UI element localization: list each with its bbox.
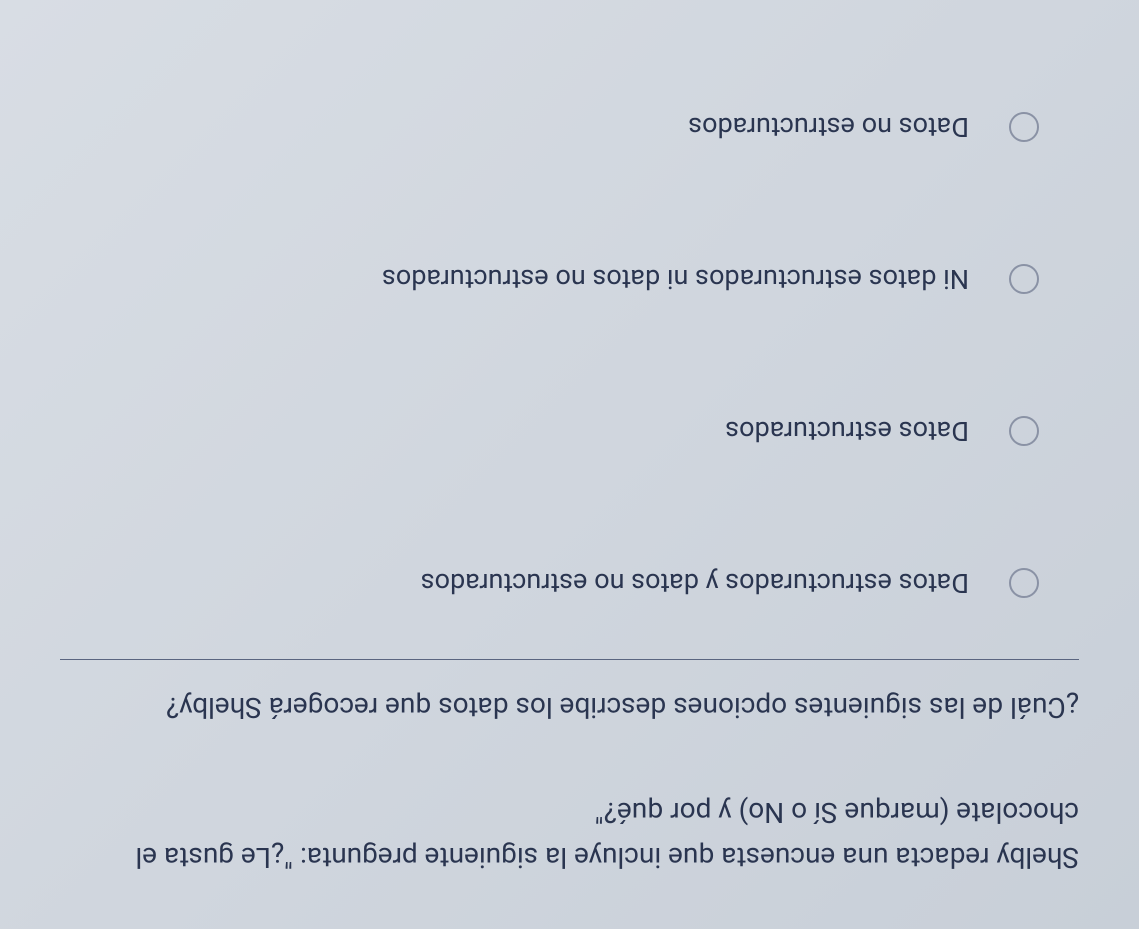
radio-icon[interactable]	[1009, 112, 1039, 142]
option-label: Datos no estructurados	[688, 111, 969, 143]
radio-icon[interactable]	[1009, 416, 1039, 446]
option-row[interactable]: Datos estructurados y datos no estructur…	[60, 567, 1039, 599]
option-label: Datos estructurados y datos no estructur…	[421, 567, 969, 599]
question-text: ¿Cuál de las siguientes opciones describ…	[60, 685, 1079, 730]
options-list: Datos estructurados y datos no estructur…	[60, 111, 1079, 599]
option-row[interactable]: Datos estructurados	[60, 415, 1039, 447]
option-label: Ni datos estructurados ni datos no estru…	[382, 263, 969, 295]
radio-icon[interactable]	[1009, 264, 1039, 294]
divider-line	[60, 659, 1079, 660]
context-paragraph: Shelby redacta una encuesta que incluye …	[60, 789, 1079, 879]
option-row[interactable]: Ni datos estructurados ni datos no estru…	[60, 263, 1039, 295]
option-row[interactable]: Datos no estructurados	[60, 111, 1039, 143]
option-label: Datos estructurados	[725, 415, 969, 447]
radio-icon[interactable]	[1009, 568, 1039, 598]
